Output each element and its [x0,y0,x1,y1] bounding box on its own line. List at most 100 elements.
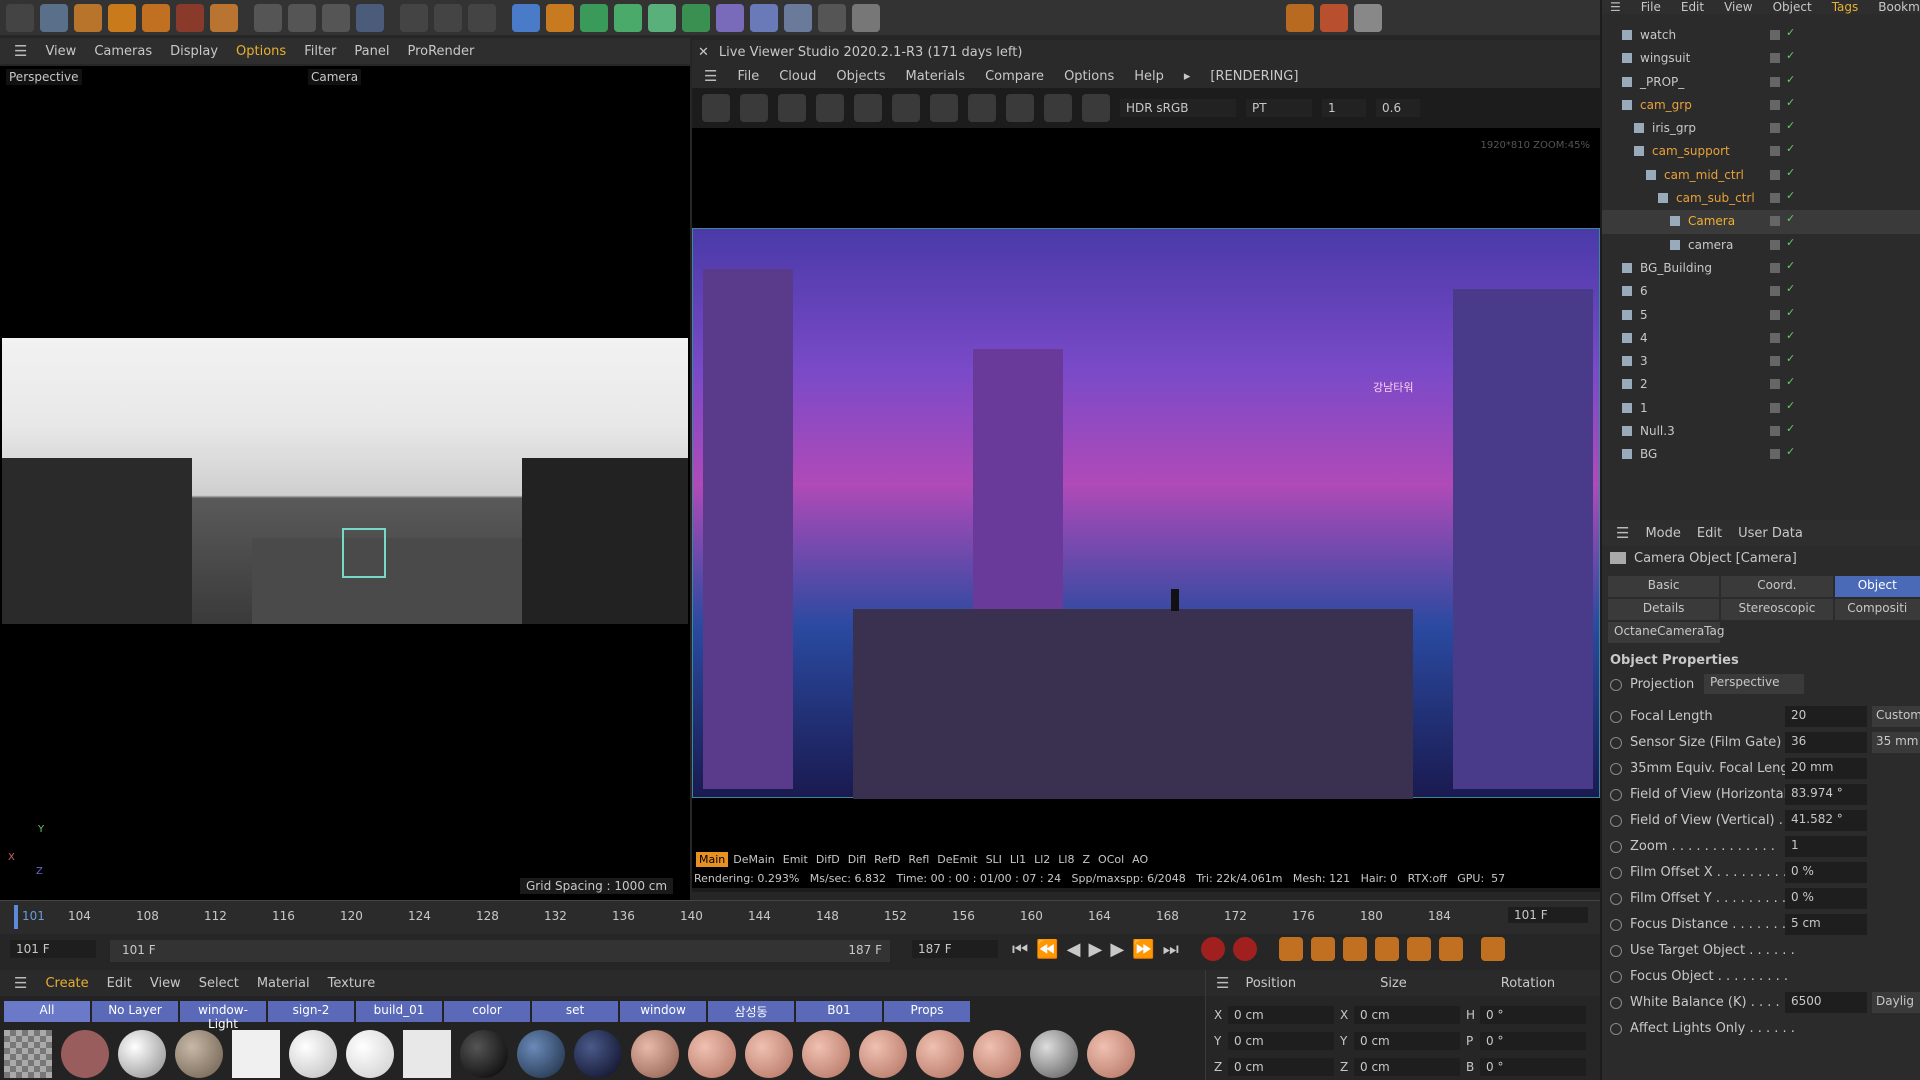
om-menu-file[interactable]: File [1641,0,1661,14]
visibility-check-icon[interactable]: ✓ [1786,119,1795,132]
projection-select[interactable]: Perspective [1704,674,1804,694]
autokey-icon[interactable] [1232,937,1257,961]
visibility-check-icon[interactable]: ✓ [1786,259,1795,272]
viewport-camera-label[interactable]: Camera [308,69,362,85]
material-swatch[interactable] [289,1030,337,1078]
pass-refd[interactable]: RefD [871,852,903,867]
material-swatch[interactable] [745,1030,793,1078]
pause-icon[interactable] [778,94,806,122]
material-swatch[interactable] [232,1030,280,1078]
vp-menu-options[interactable]: Options [236,44,286,59]
vp-menu-filter[interactable]: Filter [304,44,336,59]
pass-ll8[interactable]: Ll8 [1055,852,1077,867]
prev-frame-icon[interactable]: ◀ [1067,939,1081,960]
object-row[interactable]: BG ✓ [1602,443,1920,466]
layer-check-icon[interactable] [1770,216,1780,227]
object-row[interactable]: cam_sub_ctrl ✓ [1602,187,1920,210]
om-menu-edit[interactable]: Edit [1681,0,1704,14]
visibility-check-icon[interactable]: ✓ [1786,26,1795,39]
layer-check-icon[interactable] [1770,146,1780,157]
visibility-check-icon[interactable]: ✓ [1786,212,1795,225]
layer-check-icon[interactable] [1770,169,1780,180]
mm-menu-texture[interactable]: Texture [328,976,376,991]
goto-end-icon[interactable]: ⏭ [1163,939,1179,960]
pass-z[interactable]: Z [1079,852,1093,867]
material-swatch[interactable] [802,1030,850,1078]
tab-compositing[interactable]: Compositi [1834,599,1920,620]
render-area[interactable]: 1920*810 ZOOM:45% 강남타워 [692,128,1600,888]
y-axis-icon[interactable] [288,3,316,32]
object-row[interactable]: Camera ✓ [1602,210,1920,234]
tab-stereoscopic[interactable]: Stereoscopic [1721,599,1833,620]
property-value[interactable]: 41.582 ° [1785,810,1867,831]
property-radio[interactable] [1610,919,1622,931]
layer-check-icon[interactable] [1770,379,1780,390]
layer-tab-samseong[interactable]: 삼성동 [708,1000,794,1022]
object-row[interactable]: 5 ✓ [1602,304,1920,327]
material-swatch[interactable] [1087,1030,1135,1078]
timeline-icon[interactable] [1480,937,1505,961]
coord-hamburger-icon[interactable]: ☰ [1216,974,1229,992]
material-swatch[interactable] [688,1030,736,1078]
object-row[interactable]: 2 ✓ [1602,373,1920,396]
deformer-icon[interactable] [648,3,676,32]
property-value[interactable]: 0 % [1785,862,1867,883]
key-pla-icon[interactable] [1438,937,1463,961]
layer-check-icon[interactable] [1770,262,1780,273]
object-row[interactable]: iris_grp ✓ [1602,117,1920,140]
add-region-icon[interactable] [968,94,996,122]
am-menu-edit[interactable]: Edit [1697,526,1722,541]
property-value[interactable]: 36 [1785,732,1867,753]
material-ball-icon[interactable] [930,94,958,122]
prev-key-icon[interactable]: ⏪ [1036,939,1058,960]
material-swatch[interactable] [175,1030,223,1078]
pass-difl[interactable]: Difl [845,852,869,867]
pass-demain[interactable]: DeMain [730,852,778,867]
object-row[interactable]: watch ✓ [1602,24,1920,47]
mm-hamburger-icon[interactable]: ☰ [14,974,27,992]
coord-pos-y[interactable]: 0 cm [1228,1032,1334,1050]
om-menu-view[interactable]: View [1724,0,1752,14]
object-row[interactable]: 1 ✓ [1602,397,1920,420]
pen-icon[interactable] [546,3,574,32]
property-radio[interactable] [1610,1023,1622,1035]
om-menu-tags[interactable]: Tags [1832,0,1859,14]
lv-menu-cloud[interactable]: Cloud [779,69,816,84]
render-view-icon[interactable] [434,3,462,32]
select-icon[interactable] [40,3,68,32]
object-row[interactable]: camera ✓ [1602,234,1920,257]
am-hamburger-icon[interactable]: ☰ [1616,524,1629,542]
pass-difd[interactable]: DifD [813,852,843,867]
undo-icon[interactable] [6,3,34,32]
object-row[interactable]: wingsuit ✓ [1602,47,1920,70]
visibility-check-icon[interactable]: ✓ [1786,399,1795,412]
x-axis-icon[interactable] [254,3,282,32]
material-swatch[interactable] [460,1030,508,1078]
vp-menu-view[interactable]: View [45,44,76,59]
property-radio[interactable] [1610,815,1622,827]
layer-check-icon[interactable] [1770,356,1780,367]
visibility-check-icon[interactable]: ✓ [1786,422,1795,435]
object-row[interactable]: _PROP_ ✓ [1602,71,1920,94]
number-field-1[interactable]: 1 [1322,99,1366,117]
object-row[interactable]: cam_support ✓ [1602,140,1920,163]
region-render-icon[interactable] [816,94,844,122]
layer-check-icon[interactable] [1770,76,1780,87]
visibility-check-icon[interactable]: ✓ [1786,166,1795,179]
layer-check-icon[interactable] [1770,53,1780,64]
visibility-check-icon[interactable]: ✓ [1786,329,1795,342]
coord-pos-x[interactable]: 0 cm [1228,1006,1334,1024]
layer-check-icon[interactable] [1770,286,1780,297]
sculpt-icon[interactable] [750,3,778,32]
colorspace-select[interactable]: HDR sRGB [1120,99,1236,117]
tab-basic[interactable]: Basic [1608,576,1720,597]
subdivision-icon[interactable] [580,3,608,32]
coord-rot-p[interactable]: 0 ° [1480,1032,1586,1050]
key-move-icon[interactable] [1310,937,1335,961]
layer-check-icon[interactable] [1770,239,1780,250]
material-swatch[interactable] [346,1030,394,1078]
material-swatch[interactable] [61,1030,109,1078]
layer-tab-color[interactable]: color [444,1000,530,1022]
floor-icon[interactable] [784,3,812,32]
property-radio[interactable] [1610,971,1622,983]
